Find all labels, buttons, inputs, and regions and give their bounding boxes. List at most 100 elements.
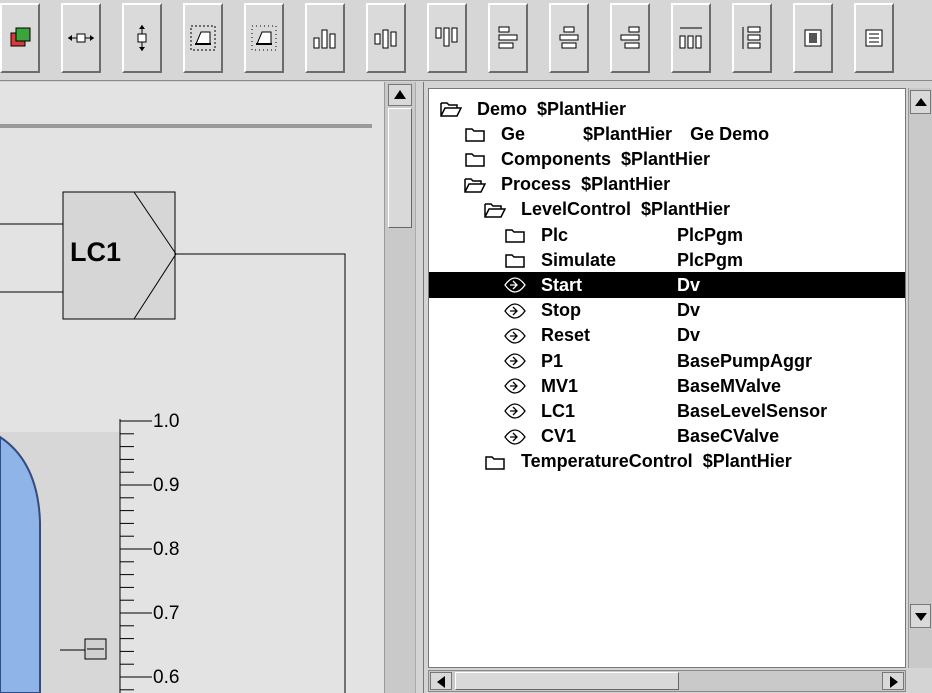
object-attributes-button[interactable] xyxy=(793,3,833,73)
tree-item-class: Dv xyxy=(677,274,701,295)
canvas-vertical-scrollbar[interactable] xyxy=(384,82,415,693)
lc1-label: LC1 xyxy=(70,237,121,267)
tree-item-ge[interactable]: Ge $PlantHier Ge Demo xyxy=(429,121,905,147)
tree-item-class: PlcPgm xyxy=(677,224,744,245)
ungroup-objects-icon xyxy=(251,25,277,51)
object-leaf-icon[interactable] xyxy=(503,401,527,421)
object-leaf-icon[interactable] xyxy=(503,351,527,371)
distribute-horizontal-button[interactable] xyxy=(671,3,711,73)
tree-item-class: Dv xyxy=(677,325,701,346)
folder-open-icon[interactable] xyxy=(463,175,487,195)
tree-item-plc[interactable]: Plc PlcPgm xyxy=(429,222,905,248)
align-top-icon xyxy=(435,27,458,47)
align-center-vertical-icon xyxy=(374,29,397,49)
tree-item-reset[interactable]: Reset Dv xyxy=(429,323,905,349)
object-leaf-icon[interactable] xyxy=(503,326,527,346)
tree-item-class: BasePumpAggr xyxy=(677,350,813,371)
tree-item-name: P1 xyxy=(541,350,564,371)
tree-item-class: PlcPgm xyxy=(677,249,744,270)
object-leaf-icon[interactable] xyxy=(503,275,527,295)
graph-canvas[interactable]: LC1 1.0 0.9 0.8 0.7 0.6 xyxy=(0,82,384,693)
vertical-connect-button[interactable] xyxy=(122,3,162,73)
tree-horizontal-scrollbar[interactable] xyxy=(428,670,906,692)
tree-item-class: $PlantHier xyxy=(621,148,711,169)
tree-scroll-thumb[interactable] xyxy=(455,672,679,690)
distribute-vertical-icon xyxy=(742,26,761,49)
plant-hierarchy-tree[interactable]: Demo $PlantHier Ge $PlantHier Ge Demo Compone… xyxy=(428,88,906,668)
tree-item-name: Ge xyxy=(501,123,526,144)
tree-item-name: Plc xyxy=(541,224,569,245)
object-leaf-icon[interactable] xyxy=(503,301,527,321)
group-objects-button[interactable] xyxy=(183,3,223,73)
list-icon xyxy=(865,29,883,47)
folder-open-icon[interactable] xyxy=(483,200,507,220)
folder-open-icon[interactable] xyxy=(439,99,463,119)
tree-item-cv1[interactable]: CV1 BaseCValve xyxy=(429,424,905,450)
folder-icon[interactable] xyxy=(463,149,487,169)
align-center-horizontal-button[interactable] xyxy=(549,3,589,73)
graph-canvas-drawing: LC1 1.0 0.9 0.8 0.7 0.6 xyxy=(0,124,372,693)
scroll-down-arrow-icon[interactable] xyxy=(910,604,931,628)
horizontal-connect-button[interactable] xyxy=(61,3,101,73)
scale-label: 1.0 xyxy=(153,411,179,432)
align-left-button[interactable] xyxy=(488,3,528,73)
object-attributes-icon xyxy=(804,29,822,47)
object-leaf-icon[interactable] xyxy=(503,376,527,396)
align-center-horizontal-icon xyxy=(559,26,579,49)
tree-item-temperaturecontrol[interactable]: TemperatureControl $PlantHier xyxy=(429,449,905,475)
pane-divider[interactable] xyxy=(415,82,424,693)
tree-item-lc1[interactable]: LC1 BaseLevelSensor xyxy=(429,398,905,424)
list-button[interactable] xyxy=(854,3,894,73)
scroll-right-arrow-icon[interactable] xyxy=(882,672,904,690)
tree-item-components[interactable]: Components $PlantHier xyxy=(429,146,905,172)
tree-item-name: MV1 xyxy=(541,375,579,396)
tree-item-class: BaseCValve xyxy=(677,426,780,447)
folder-icon[interactable] xyxy=(503,225,527,245)
folder-icon[interactable] xyxy=(463,124,487,144)
canvas-scroll-thumb[interactable] xyxy=(388,108,412,228)
tree-item-name: Simulate xyxy=(541,249,617,270)
folder-icon[interactable] xyxy=(483,452,507,472)
distribute-vertical-button[interactable] xyxy=(732,3,772,73)
tree-item-class: $PlantHier xyxy=(702,451,792,472)
tree-item-name: CV1 xyxy=(541,426,577,447)
align-top-button[interactable] xyxy=(427,3,467,73)
tree-item-name: Demo xyxy=(477,98,528,119)
object-leaf-icon[interactable] xyxy=(503,427,527,447)
tree-vertical-scrollbar[interactable] xyxy=(908,88,932,668)
align-center-vertical-button[interactable] xyxy=(366,3,406,73)
tree-item-class: BaseMValve xyxy=(677,375,782,396)
tree-item-process[interactable]: Process $PlantHier xyxy=(429,172,905,198)
ungroup-objects-button[interactable] xyxy=(244,3,284,73)
tree-item-description: Ge Demo xyxy=(690,123,770,144)
toolbar xyxy=(0,0,932,81)
scale-ticks xyxy=(120,420,152,691)
output-connection-line xyxy=(176,253,346,693)
scale-label: 0.8 xyxy=(153,539,179,560)
horizontal-connect-icon xyxy=(68,33,94,43)
tree-item-class: $PlantHier xyxy=(583,123,673,144)
tree-item-p1[interactable]: P1 BasePumpAggr xyxy=(429,348,905,374)
tree-item-levelcontrol[interactable]: LevelControl $PlantHier xyxy=(429,197,905,223)
tree-item-stop[interactable]: Stop Dv xyxy=(429,298,905,324)
tree-item-mv1[interactable]: MV1 BaseMValve xyxy=(429,373,905,399)
tree-item-class: $PlantHier xyxy=(581,174,671,195)
align-right-button[interactable] xyxy=(610,3,650,73)
tree-item-name: LC1 xyxy=(541,400,576,421)
tree-item-class: BaseLevelSensor xyxy=(677,400,828,421)
tree-item-start[interactable]: Start Dv xyxy=(429,272,905,299)
scroll-left-arrow-icon[interactable] xyxy=(430,672,452,690)
bring-to-front-button[interactable] xyxy=(0,3,40,73)
bring-to-front-icon xyxy=(10,27,31,47)
align-bottom-button[interactable] xyxy=(305,3,345,73)
vertical-connect-icon xyxy=(137,25,147,51)
tree-item-name: TemperatureControl xyxy=(521,451,693,472)
tree-item-name: Start xyxy=(541,274,583,295)
tree-item-name: Components xyxy=(501,148,611,169)
tree-item-simulate[interactable]: Simulate PlcPgm xyxy=(429,247,905,273)
folder-icon[interactable] xyxy=(503,250,527,270)
tree-item-demo[interactable]: Demo $PlantHier xyxy=(429,96,905,122)
tree-item-name: LevelControl xyxy=(521,199,632,220)
scroll-up-arrow-icon[interactable] xyxy=(388,84,412,106)
scroll-up-arrow-icon[interactable] xyxy=(910,90,931,114)
